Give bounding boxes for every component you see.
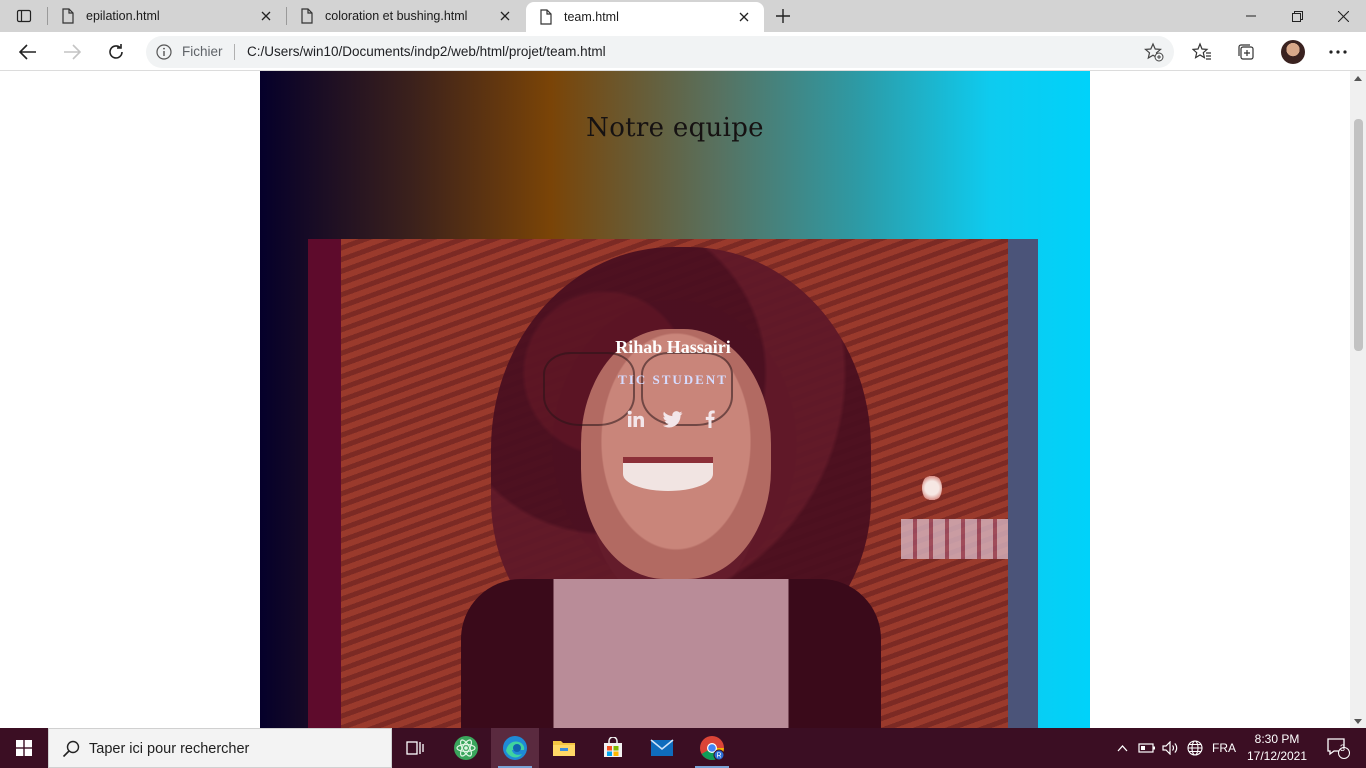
minimize-button[interactable] <box>1228 0 1274 32</box>
new-tab-button[interactable] <box>770 4 796 28</box>
info-icon[interactable] <box>156 44 172 60</box>
member-role: TIC STUDENT <box>618 372 728 387</box>
close-tab-icon[interactable] <box>734 7 754 27</box>
page-icon <box>299 8 315 24</box>
profile-avatar[interactable] <box>1281 40 1305 64</box>
scrollbar-thumb[interactable] <box>1354 119 1363 351</box>
tab-title: coloration et bushing.html <box>325 9 468 23</box>
tab-title: epilation.html <box>86 9 160 23</box>
team-member-card[interactable] <box>308 239 1038 728</box>
restore-button[interactable] <box>1274 0 1320 32</box>
close-tab-icon[interactable] <box>256 6 276 26</box>
vertical-scrollbar[interactable] <box>1350 71 1366 728</box>
member-photo <box>341 239 1008 728</box>
atom-app-icon[interactable] <box>442 728 490 768</box>
more-options-icon[interactable] <box>1326 40 1350 64</box>
social-links <box>623 407 723 431</box>
battery-icon[interactable] <box>1136 728 1158 768</box>
url-text[interactable]: C:/Users/win10/Documents/indp2/web/html/… <box>247 44 606 59</box>
scroll-up-arrow-icon[interactable] <box>1350 71 1366 85</box>
page-viewport: Notre equipe Rihab Hassairi TIC STUDENT <box>0 71 1350 728</box>
page-icon <box>60 8 76 24</box>
tab-title: team.html <box>564 10 619 24</box>
taskbar-clock[interactable]: 8:30 PM 17/12/2021 <box>1244 731 1310 765</box>
svg-text:R: R <box>716 753 721 760</box>
file-explorer-icon[interactable] <box>540 728 588 768</box>
facebook-icon[interactable] <box>697 407 723 431</box>
tab-actions-icon[interactable] <box>8 4 40 28</box>
windows-taskbar: Taper ici pour rechercher R FRA 8:30 PM … <box>0 728 1366 768</box>
notification-center-icon[interactable]: 3 <box>1318 728 1358 768</box>
forward-button[interactable] <box>56 36 88 68</box>
search-placeholder: Taper ici pour rechercher <box>89 741 250 757</box>
back-button[interactable] <box>12 36 44 68</box>
clock-date: 17/12/2021 <box>1246 749 1308 763</box>
tab-team[interactable]: team.html <box>526 2 764 32</box>
favorites-icon[interactable] <box>1190 40 1214 64</box>
team-section: Notre equipe Rihab Hassairi TIC STUDENT <box>260 71 1090 728</box>
network-icon[interactable] <box>1184 728 1206 768</box>
collections-icon[interactable] <box>1234 40 1258 64</box>
section-title: Notre equipe <box>586 113 764 143</box>
scheme-label: Fichier <box>182 44 223 59</box>
page-icon <box>538 9 554 25</box>
search-icon <box>61 739 81 759</box>
edge-app-icon[interactable] <box>491 728 539 768</box>
store-app-icon[interactable] <box>589 728 637 768</box>
input-language[interactable]: FRA <box>1208 728 1240 768</box>
add-favorite-icon[interactable] <box>1143 42 1164 62</box>
tab-strip: epilation.html coloration et bushing.htm… <box>0 0 1366 32</box>
member-name: Rihab Hassairi <box>615 337 731 357</box>
browser-toolbar: Fichier C:/Users/win10/Documents/indp2/w… <box>0 32 1366 71</box>
address-divider <box>234 44 235 60</box>
address-bar[interactable]: Fichier C:/Users/win10/Documents/indp2/w… <box>146 36 1174 68</box>
task-view-icon[interactable] <box>392 728 440 768</box>
close-tab-icon[interactable] <box>495 6 515 26</box>
show-hidden-icons-icon[interactable] <box>1112 728 1132 768</box>
linkedin-icon[interactable] <box>623 407 649 431</box>
tab-coloration[interactable]: coloration et bushing.html <box>287 0 525 32</box>
chrome-app-icon[interactable]: R <box>688 728 736 768</box>
refresh-button[interactable] <box>100 36 132 68</box>
twitter-icon[interactable] <box>660 407 686 431</box>
taskbar-search[interactable]: Taper ici pour rechercher <box>48 728 392 768</box>
clock-time: 8:30 PM <box>1254 732 1300 746</box>
volume-icon[interactable] <box>1160 728 1182 768</box>
start-button[interactable] <box>0 728 48 768</box>
close-window-button[interactable] <box>1320 0 1366 32</box>
tab-epilation[interactable]: epilation.html <box>48 0 286 32</box>
mail-app-icon[interactable] <box>638 728 686 768</box>
scroll-down-arrow-icon[interactable] <box>1350 714 1366 728</box>
notification-count: 3 <box>1340 743 1346 753</box>
